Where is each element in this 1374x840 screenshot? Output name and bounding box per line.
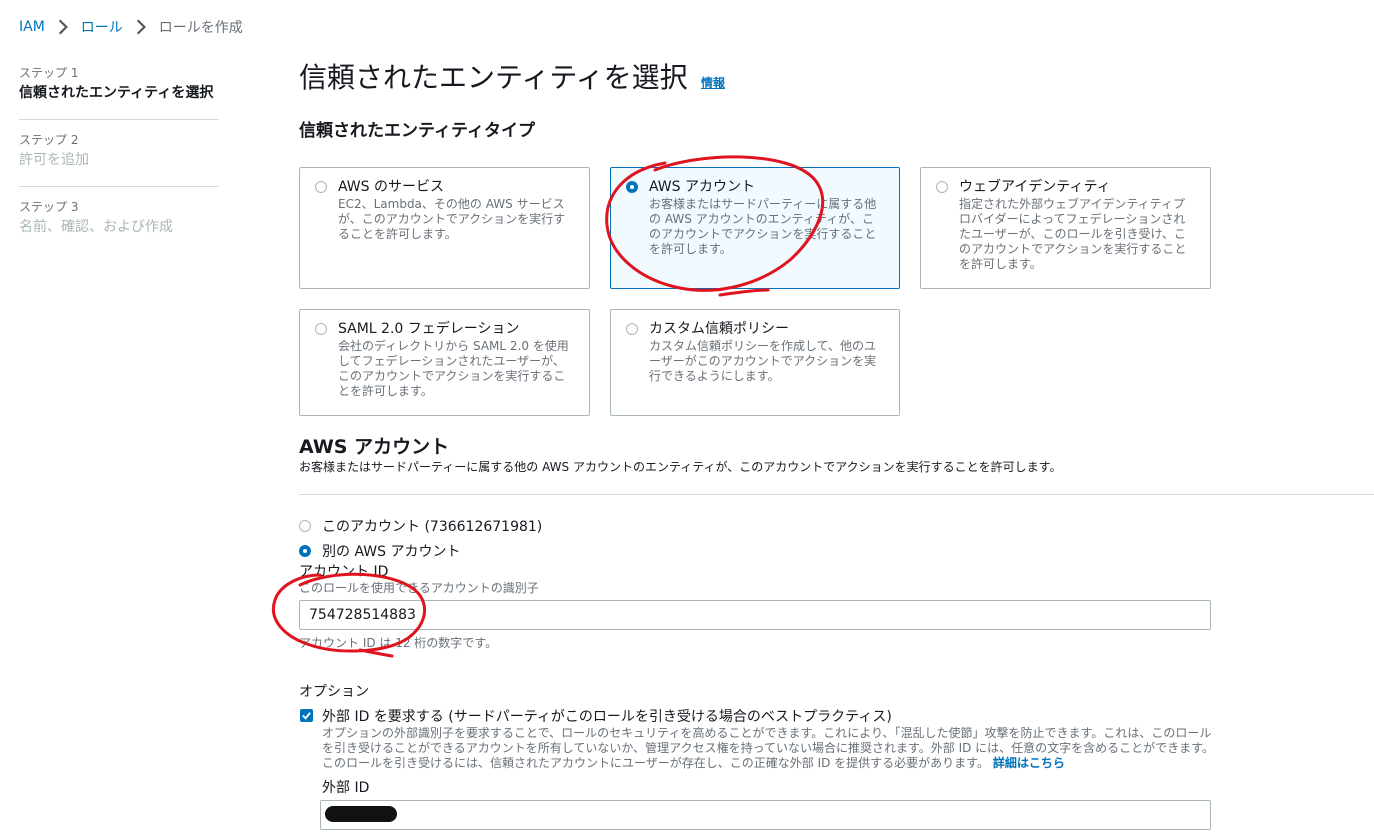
account-id-value: 754728514883 [309,607,416,623]
tile-description: EC2、Lambda、その他の AWS サービスが、このアカウントでアクションを… [338,197,566,241]
account-id-label: アカウント ID [299,564,389,580]
step-number: ステップ 2 [19,133,79,147]
tile-description: 指定された外部ウェブアイデンティティプロバイダーによってフェデレーションされたユ… [959,197,1187,271]
require-external-id-description: オプションの外部識別子を要求することで、ロールのセキュリティを高めることができま… [322,726,1217,771]
breadcrumb-iam-link[interactable]: IAM [19,19,45,35]
tile-title: ウェブアイデンティティ [959,179,1111,195]
tile-title: SAML 2.0 フェデレーション [338,321,520,337]
aws-account-heading: AWS アカウント [299,436,450,458]
account-id-hint: このロールを使用できるアカウントの識別子 [299,581,539,595]
redaction-mark [325,806,397,822]
chevron-right-icon [58,19,68,35]
options-heading: オプション [299,684,369,700]
description-text: オプションの外部識別子を要求することで、ロールのセキュリティを高めることができま… [322,726,1214,770]
radio-custom-trust-policy[interactable] [626,323,638,335]
require-external-id-label[interactable]: 外部 ID を要求する (サードパーティがこのロールを引き受ける場合のベストプラ… [322,706,892,726]
step-1: ステップ 1 信頼されたエンティティを選択 [19,62,219,113]
learn-more-link[interactable]: 詳細はこちら [993,756,1065,770]
breadcrumb-roles-link[interactable]: ロール [81,17,123,37]
tile-aws-account[interactable]: AWS アカウント お客様またはサードパーティーに属する他の AWS アカウント… [610,167,900,289]
tile-saml-federation[interactable]: SAML 2.0 フェデレーション 会社のディレクトリから SAML 2.0 を… [299,309,590,416]
radio-aws-account[interactable] [626,181,638,193]
account-id-input[interactable]: 754728514883 [299,600,1211,630]
tile-custom-trust-policy[interactable]: カスタム信頼ポリシー カスタム信頼ポリシーを作成して、他のユーザーがこのアカウン… [610,309,900,416]
external-id-input[interactable] [320,800,1211,830]
require-external-id-checkbox[interactable] [300,709,313,722]
radio-aws-service[interactable] [315,181,327,193]
aws-account-description: お客様またはサードパーティーに属する他の AWS アカウントのエンティティが、こ… [299,460,1062,474]
option-other-account[interactable]: 別の AWS アカウント [299,541,460,561]
option-label: 別の AWS アカウント [322,544,461,560]
check-icon [302,712,311,720]
wizard-steps: ステップ 1 信頼されたエンティティを選択 ステップ 2 許可を追加 ステップ … [19,62,219,247]
step-title: 名前、確認、および作成 [19,219,173,235]
tile-description: 会社のディレクトリから SAML 2.0 を使用してフェデレーションされたユーザ… [338,339,569,398]
step-title: 信頼されたエンティティを選択 [19,85,214,101]
tile-description: お客様またはサードパーティーに属する他の AWS アカウントのエンティティが、こ… [649,197,877,256]
breadcrumb-current: ロールを作成 [158,20,243,36]
page-title: 信頼されたエンティティを選択 [299,61,688,94]
step-2: ステップ 2 許可を追加 [19,119,219,180]
tile-title: AWS のサービス [338,179,444,195]
radio-other-account[interactable] [299,545,311,557]
tile-web-identity[interactable]: ウェブアイデンティティ 指定された外部ウェブアイデンティティプロバイダーによって… [920,167,1211,289]
radio-web-identity[interactable] [936,181,948,193]
step-number: ステップ 1 [19,66,79,80]
radio-this-account[interactable] [299,520,311,532]
step-title: 許可を追加 [19,152,89,168]
entity-type-heading: 信頼されたエンティティタイプ [299,121,535,141]
account-id-constraint: アカウント ID は 12 桁の数字です。 [299,636,498,650]
external-id-label: 外部 ID [322,780,370,796]
chevron-right-icon [136,19,146,35]
step-3: ステップ 3 名前、確認、および作成 [19,186,219,247]
tile-title: AWS アカウント [649,179,755,195]
option-label: このアカウント (736612671981) [322,519,543,535]
option-this-account[interactable]: このアカウント (736612671981) [299,516,542,536]
divider [299,494,1374,495]
step-number: ステップ 3 [19,200,79,214]
tile-description: カスタム信頼ポリシーを作成して、他のユーザーがこのアカウントでアクションを実行で… [649,339,877,383]
breadcrumb: IAM ロール ロールを作成 [19,18,243,36]
info-link[interactable]: 情報 [701,74,725,91]
tile-aws-service[interactable]: AWS のサービス EC2、Lambda、その他の AWS サービスが、このアカ… [299,167,590,289]
tile-title: カスタム信頼ポリシー [649,321,789,337]
radio-saml-federation[interactable] [315,323,327,335]
